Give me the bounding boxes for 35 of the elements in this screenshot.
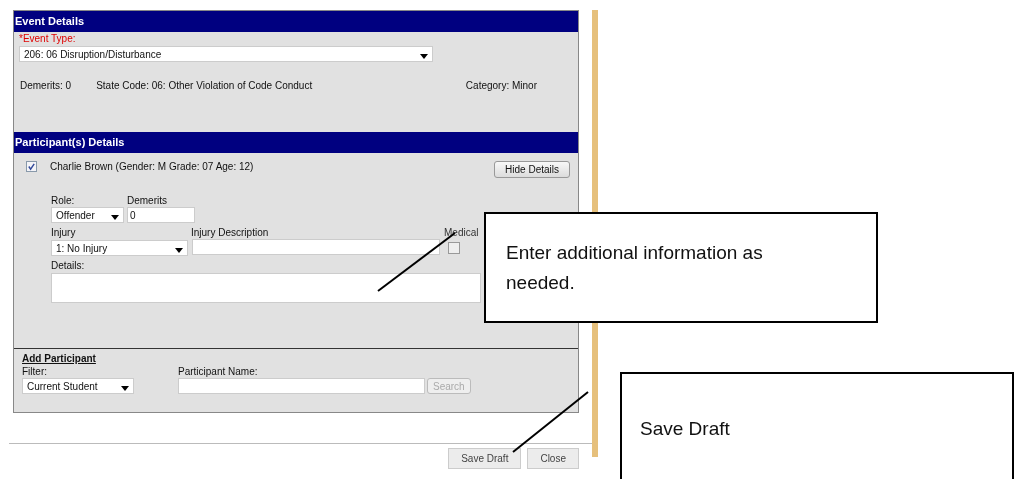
field-label: Injury [51, 227, 77, 238]
section-header: Event Details [14, 11, 578, 32]
participant-name: Charlie Brown (Gender: M Grade: 07 Age: 12) [50, 161, 254, 172]
save-draft-button[interactable]: Save Draft [448, 448, 522, 469]
section-header: Participant(s) Details [14, 132, 578, 153]
checkbox[interactable] [448, 242, 460, 254]
section-title: Add Participant [22, 353, 97, 364]
caret-icon [420, 54, 428, 59]
demerits-text: Demerits: 0 [20, 80, 72, 91]
callout-text: Enter additional information as needed. [506, 242, 763, 293]
caret-icon [175, 248, 183, 253]
field-label: Details: [51, 260, 86, 271]
field-label: Medical [444, 227, 479, 238]
field-label: Injury Description [191, 227, 270, 238]
injury-dropdown[interactable]: 1: No Injury [51, 240, 188, 256]
field-label: Role: [51, 195, 76, 206]
field-label: Filter: [22, 366, 48, 377]
caret-icon [111, 215, 119, 220]
callout-text: Save Draft [640, 418, 730, 439]
state-code-text: State Code: 06: Other Violation of Code Conduct [96, 80, 313, 91]
hide-details-button[interactable]: Hide Details [494, 161, 570, 178]
field-label: Demerits [127, 195, 168, 206]
injury-description-field[interactable] [192, 239, 440, 255]
caret-icon [121, 386, 129, 391]
close-button[interactable]: Close [527, 448, 579, 469]
event-type-dropdown[interactable]: 206: 06 Disruption/Disturbance [19, 46, 433, 62]
role-dropdown[interactable]: Offender [51, 207, 124, 223]
field-label: Participant Name: [178, 366, 259, 377]
field-label: *Event Type: [19, 33, 77, 44]
category-text: Category: Minor [465, 80, 537, 91]
details-field[interactable] [51, 273, 481, 303]
participant-name-field[interactable] [178, 378, 425, 394]
checkbox[interactable] [26, 161, 37, 172]
filter-dropdown[interactable]: Current Student [22, 378, 134, 394]
demerits-field[interactable]: 0 [127, 207, 195, 223]
